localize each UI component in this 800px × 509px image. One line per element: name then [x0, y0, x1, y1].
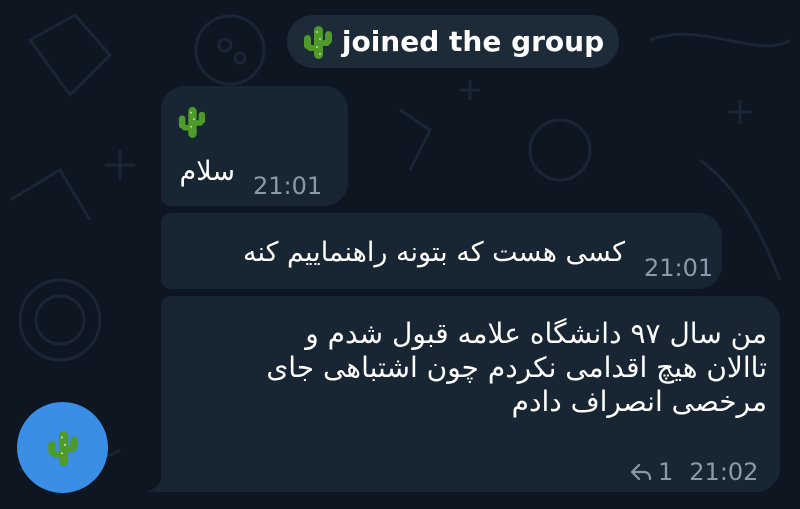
cactus-emoji-icon — [47, 430, 78, 466]
message-text: کسی هست که بتونه راهنماییم کنه — [243, 237, 625, 268]
reply-arrow-icon — [630, 463, 652, 481]
cactus-emoji-icon — [178, 107, 206, 138]
message-line: مرخصی انصراف دادم — [511, 385, 767, 418]
message-time: 21:01 — [644, 254, 714, 282]
service-message-joined: joined the group — [287, 15, 619, 68]
replies-indicator[interactable]: 1 21:02 — [630, 458, 758, 486]
message-text: سلام — [179, 156, 235, 187]
message-bubble[interactable]: سلام 21:01 — [161, 86, 348, 206]
message-time: 21:02 — [689, 458, 759, 486]
sender-avatar[interactable] — [17, 402, 108, 493]
message-bubble[interactable]: کسی هست که بتونه راهنماییم کنه 21:01 — [161, 213, 722, 289]
service-message-text: joined the group — [341, 25, 605, 58]
message-line: من سال ۹۷ دانشگاه علامه قبول شدم و — [305, 317, 767, 350]
message-text: من سال ۹۷ دانشگاه علامه قبول شدم و تاالا… — [169, 317, 767, 419]
cactus-emoji-icon — [303, 25, 332, 59]
message-time: 21:01 — [253, 172, 323, 200]
message-line: تاالان هیچ اقدامی نکردم چون اشتباهی جای — [266, 351, 767, 384]
reply-count: 1 — [658, 458, 674, 486]
